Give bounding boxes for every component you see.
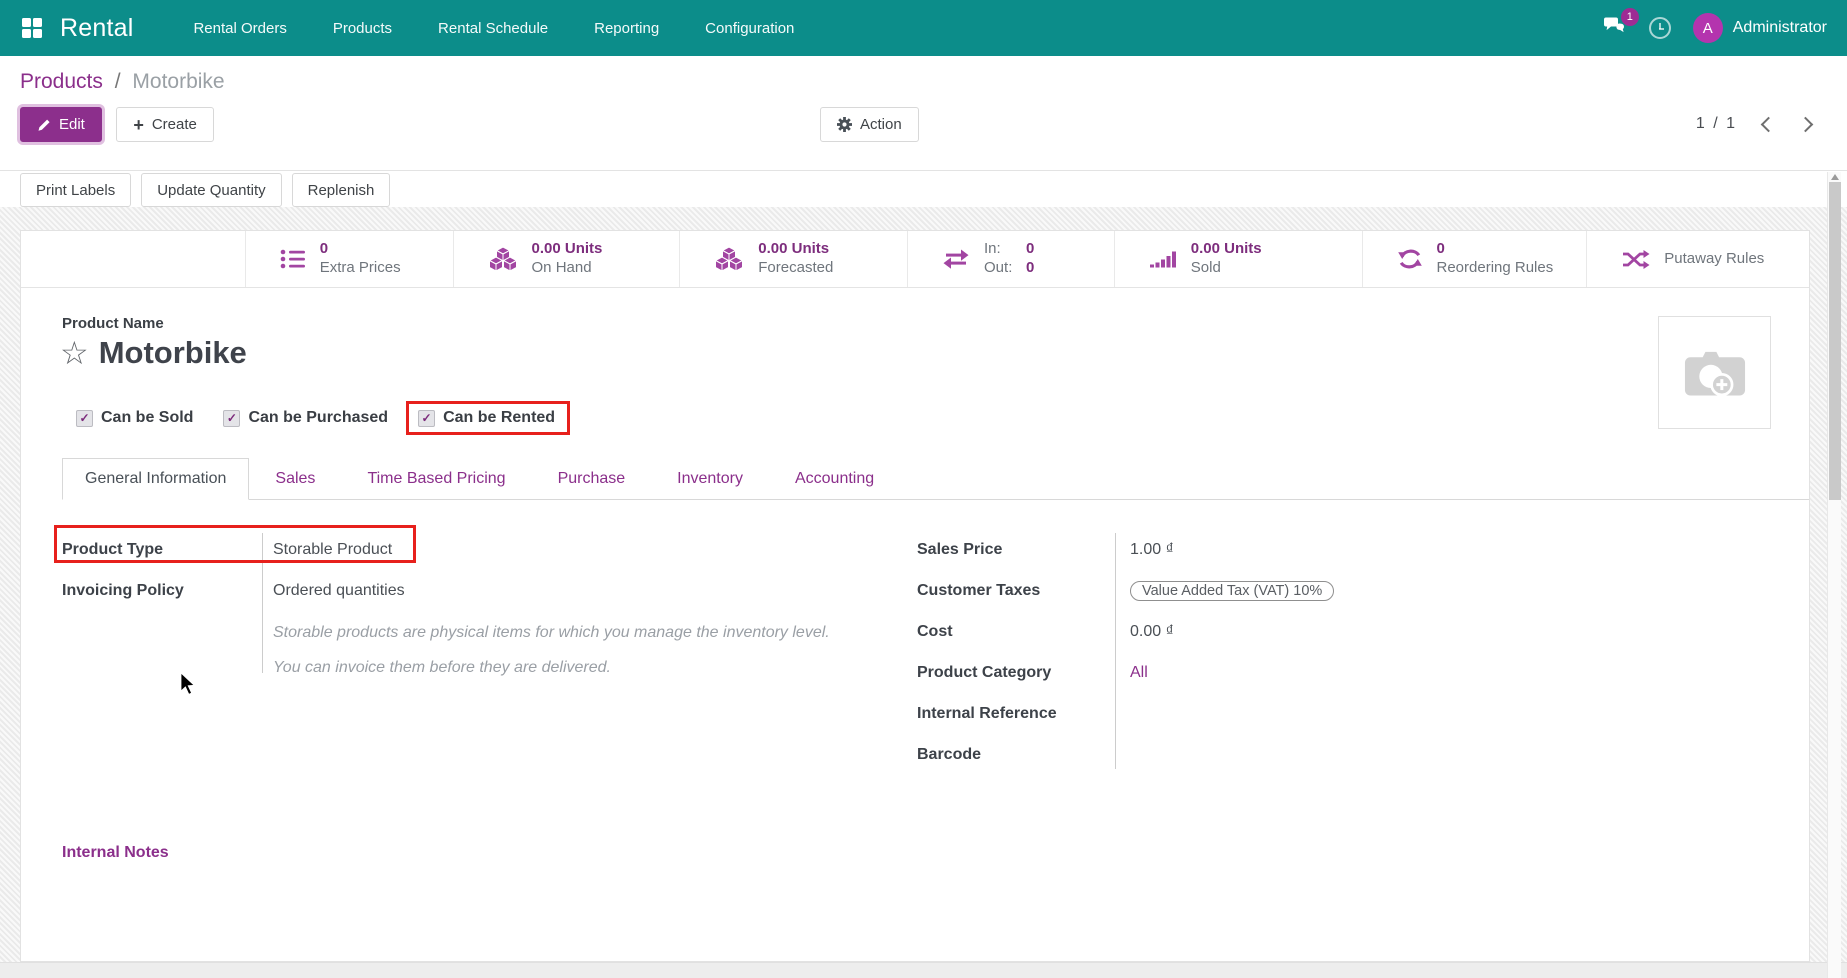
breadcrumb-products[interactable]: Products bbox=[20, 70, 103, 93]
stat-reordering-rules[interactable]: 0 Reordering Rules bbox=[1363, 231, 1588, 287]
vertical-scrollbar[interactable] bbox=[1827, 172, 1841, 978]
edit-button[interactable]: Edit bbox=[20, 107, 102, 142]
control-panel: Products / Motorbike Edit + Create bbox=[0, 56, 1847, 171]
app-brand[interactable]: Rental bbox=[60, 14, 133, 43]
field-internal-reference: Internal Reference bbox=[917, 693, 1567, 734]
camera-plus-icon bbox=[1682, 345, 1748, 401]
field-barcode: Barcode bbox=[917, 734, 1567, 775]
field-customer-taxes: Customer Taxes Value Added Tax (VAT) 10% bbox=[917, 570, 1567, 611]
signal-bars-icon bbox=[1149, 248, 1177, 270]
stat-on-hand[interactable]: 0.00 Units On Hand bbox=[454, 231, 681, 287]
shuffle-icon bbox=[1621, 248, 1650, 270]
cubes-icon bbox=[714, 246, 744, 273]
control-buttons: Edit + Create bbox=[20, 107, 1827, 147]
menu-reporting[interactable]: Reporting bbox=[594, 20, 659, 37]
refresh-icon bbox=[1397, 247, 1423, 271]
messages-button[interactable]: 1 bbox=[1603, 16, 1627, 41]
plus-icon: + bbox=[133, 119, 144, 131]
field-product-category: Product Category All bbox=[917, 652, 1567, 693]
menu-rental-schedule[interactable]: Rental Schedule bbox=[438, 20, 548, 37]
stat-forecasted[interactable]: 0.00 Units Forecasted bbox=[680, 231, 908, 287]
general-info-left-group: Product Type Storable Product Invoicing … bbox=[62, 529, 832, 679]
field-invoicing-policy: Invoicing Policy Ordered quantities bbox=[62, 570, 832, 611]
scroll-up-arrow-icon[interactable] bbox=[1831, 174, 1839, 180]
page: Rental Rental Orders Products Rental Sch… bbox=[0, 0, 1847, 978]
tab-sales[interactable]: Sales bbox=[249, 459, 341, 499]
notebook-tabs: General Information Sales Time Based Pri… bbox=[62, 456, 1809, 500]
form-sheet: 0 Extra Prices 0.00 Units On H bbox=[20, 230, 1810, 962]
pager-count: 1 / 1 bbox=[1696, 115, 1737, 133]
field-sales-price: Sales Price 1.00 ₫ bbox=[917, 529, 1567, 570]
breadcrumb: Products / Motorbike bbox=[20, 70, 1827, 94]
stat-extra-prices[interactable]: 0 Extra Prices bbox=[246, 231, 454, 287]
pager-next-icon[interactable] bbox=[1798, 116, 1814, 132]
scrollbar-thumb[interactable] bbox=[1829, 182, 1841, 500]
breadcrumb-separator: / bbox=[115, 70, 121, 93]
tab-purchase[interactable]: Purchase bbox=[532, 459, 652, 499]
form-statusbar: Print Labels Update Quantity Replenish bbox=[0, 171, 1847, 207]
messages-badge: 1 bbox=[1621, 8, 1639, 26]
checkmark-icon: ✓ bbox=[418, 410, 435, 427]
pencil-icon bbox=[37, 118, 51, 132]
stat-spacer bbox=[21, 231, 246, 287]
list-icon bbox=[280, 248, 306, 270]
tab-inventory[interactable]: Inventory bbox=[651, 459, 769, 499]
tab-accounting[interactable]: Accounting bbox=[769, 459, 900, 499]
field-help-text: Storable products are physical items for… bbox=[262, 621, 830, 679]
general-info-right-group: Sales Price 1.00 ₫ Customer Taxes Value … bbox=[917, 529, 1567, 775]
user-name: Administrator bbox=[1733, 19, 1827, 37]
navbar-right: 1 A Administrator bbox=[1603, 0, 1827, 56]
user-menu[interactable]: A Administrator bbox=[1693, 13, 1827, 43]
tab-time-based-pricing[interactable]: Time Based Pricing bbox=[341, 459, 531, 499]
product-category-link[interactable]: All bbox=[1130, 664, 1148, 681]
favorite-star-icon[interactable]: ☆ bbox=[60, 337, 89, 369]
checkbox-can-be-sold[interactable]: ✓ Can be Sold bbox=[76, 409, 193, 427]
capability-checkboxes: ✓ Can be Sold ✓ Can be Purchased ✓ Can b… bbox=[76, 409, 555, 427]
product-name-label: Product Name bbox=[62, 315, 164, 332]
gear-icon bbox=[837, 117, 852, 132]
checkmark-icon: ✓ bbox=[223, 410, 240, 427]
tax-tag: Value Added Tax (VAT) 10% bbox=[1130, 581, 1334, 601]
stat-in-out[interactable]: In: 0 Out: 0 bbox=[908, 231, 1115, 287]
bottom-scrollbar-strip bbox=[0, 962, 1847, 978]
create-button[interactable]: + Create bbox=[116, 107, 214, 142]
action-button[interactable]: Action bbox=[820, 107, 919, 142]
tab-general-information[interactable]: General Information bbox=[62, 458, 249, 500]
stat-putaway-rules[interactable]: Putaway Rules bbox=[1587, 231, 1809, 287]
print-labels-button[interactable]: Print Labels bbox=[20, 173, 131, 207]
checkbox-can-be-purchased[interactable]: ✓ Can be Purchased bbox=[223, 409, 388, 427]
product-image-placeholder[interactable] bbox=[1658, 316, 1771, 429]
replenish-button[interactable]: Replenish bbox=[292, 173, 391, 207]
menu-products[interactable]: Products bbox=[333, 20, 392, 37]
update-quantity-button[interactable]: Update Quantity bbox=[141, 173, 281, 207]
menu-rental-orders[interactable]: Rental Orders bbox=[193, 20, 286, 37]
menu-configuration[interactable]: Configuration bbox=[705, 20, 794, 37]
cubes-icon bbox=[488, 246, 518, 273]
exchange-arrows-icon bbox=[942, 247, 970, 271]
field-product-type: Product Type Storable Product bbox=[62, 529, 832, 570]
form-view: 0 Extra Prices 0.00 Units On H bbox=[0, 207, 1847, 978]
pager: 1 / 1 bbox=[1696, 115, 1811, 133]
product-name: Motorbike bbox=[99, 335, 247, 371]
checkbox-can-be-rented[interactable]: ✓ Can be Rented bbox=[406, 401, 570, 435]
pager-previous-icon[interactable] bbox=[1761, 116, 1777, 132]
main-menu: Rental Orders Products Rental Schedule R… bbox=[193, 20, 794, 37]
activities-clock-icon[interactable] bbox=[1649, 17, 1671, 39]
avatar: A bbox=[1693, 13, 1723, 43]
field-cost: Cost 0.00 ₫ bbox=[917, 611, 1567, 652]
breadcrumb-current: Motorbike bbox=[132, 70, 224, 93]
checkmark-icon: ✓ bbox=[76, 410, 93, 427]
apps-menu-icon[interactable] bbox=[22, 18, 42, 38]
top-navbar: Rental Rental Orders Products Rental Sch… bbox=[0, 0, 1847, 56]
stat-sold[interactable]: 0.00 Units Sold bbox=[1115, 231, 1363, 287]
internal-notes-label: Internal Notes bbox=[62, 844, 169, 862]
stat-button-box: 0 Extra Prices 0.00 Units On H bbox=[21, 231, 1809, 288]
